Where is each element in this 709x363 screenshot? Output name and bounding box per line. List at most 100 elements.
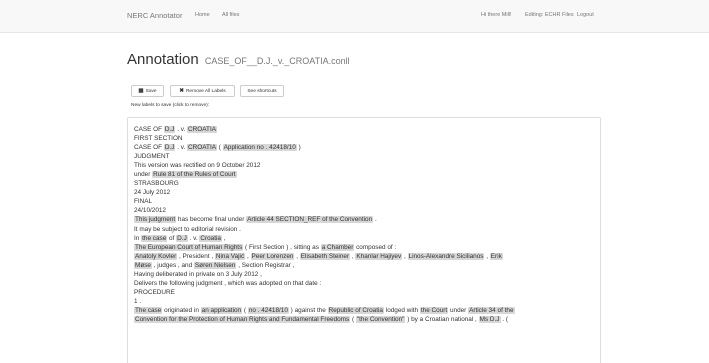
entity-label[interactable]: Linos-Alexandre Sicilianos (407, 252, 485, 260)
token-text[interactable]: has become final under (176, 216, 246, 223)
entity-label[interactable]: Erik (489, 252, 503, 260)
page-title-heading: Annotation (127, 51, 199, 68)
entity-label[interactable]: Application no . 42418/10 (222, 144, 297, 152)
token-text[interactable]: , judges , and (152, 262, 194, 269)
entity-label[interactable]: This judgment (134, 216, 177, 224)
entity-label[interactable]: a Chamber (320, 243, 355, 251)
token-text[interactable]: . v. (188, 235, 200, 242)
document-line: Møse , judges , and Søren Nielsen , Sect… (134, 261, 600, 270)
token-text[interactable]: under (448, 307, 468, 314)
document-line: CASE OF D.J . v. CROATIA (134, 125, 600, 134)
entity-label[interactable]: no . 42418/10 (247, 306, 289, 314)
token-text[interactable]: ( (242, 307, 248, 314)
entity-label[interactable]: Croatia (199, 234, 222, 242)
entity-label[interactable]: CROATIA (187, 144, 217, 152)
entity-label[interactable]: Anatoly Kovler (134, 252, 178, 260)
token-text[interactable]: , (245, 253, 250, 260)
token-text[interactable]: , (222, 235, 226, 242)
token-text[interactable]: under (134, 171, 152, 178)
entity-label[interactable]: D.J (163, 144, 176, 152)
remove-all-labels-label: Remove All Labels (185, 88, 226, 94)
entity-label[interactable]: Søren Nielsen (193, 261, 237, 269)
save-button-label: Save (145, 88, 157, 94)
save-button[interactable]: ▩ Save (131, 85, 164, 97)
token-text[interactable]: This version was rectified on 9 October … (134, 162, 260, 169)
entity-label[interactable]: Article 44 SECTION_REF of the Convention (246, 216, 374, 224)
entity-label[interactable]: Ms D.J (478, 315, 501, 323)
token-text[interactable]: . v. (175, 126, 187, 133)
token-text[interactable]: , (402, 253, 407, 260)
token-text[interactable]: 24 July 2012 (134, 189, 170, 196)
see-shortcuts-label: See shortcuts (247, 88, 277, 94)
document-line: 1 . (134, 297, 600, 306)
token-text[interactable]: ) by a Croatian national , (405, 316, 478, 323)
token-text[interactable]: . ( (501, 316, 508, 323)
entity-label[interactable]: Khanlar Hajiyev (355, 252, 403, 260)
entity-label[interactable]: Elisabeth Steiner (299, 252, 351, 260)
see-shortcuts-button[interactable]: See shortcuts (240, 85, 284, 97)
entity-label[interactable]: Convention for the Protection of Human R… (134, 315, 351, 323)
document-line: PROCEDURE (134, 288, 600, 297)
token-text[interactable]: CASE OF (134, 144, 164, 151)
token-text[interactable]: ( First Section ) , sitting as (243, 244, 320, 251)
token-text[interactable]: of (167, 235, 176, 242)
token-text[interactable]: FIRST SECTION (134, 135, 183, 142)
entity-label[interactable]: Møse (134, 261, 152, 269)
token-text[interactable]: CASE OF (134, 126, 164, 133)
navbar: NERC Annotator Home All files Hi there M… (0, 0, 709, 33)
token-text[interactable]: 24/10/2012 (134, 207, 166, 214)
token-text[interactable]: STRASBOURG (134, 180, 179, 187)
entity-label[interactable]: Republic of Croatia (327, 306, 384, 314)
token-text[interactable]: ( (217, 144, 223, 151)
entity-label[interactable]: the case (141, 234, 168, 242)
token-text[interactable]: JUDGMENT (134, 153, 170, 160)
editing-link[interactable]: Editing: ECHR Files (525, 12, 574, 18)
token-text[interactable]: PROCEDURE (134, 289, 175, 296)
token-text[interactable]: composed of : (354, 244, 396, 251)
document-line: under Rule 81 of the Rules of Court (134, 170, 600, 179)
token-text[interactable]: , Section Registrar , (236, 262, 294, 269)
entity-label[interactable]: Rule 81 of the Rules of Court (152, 171, 237, 179)
entity-label[interactable]: The European Court of Human Rights (134, 243, 244, 251)
entity-label[interactable]: CROATIA (187, 126, 217, 133)
token-text[interactable]: FINAL (134, 198, 152, 205)
document-line: Delivers the following judgment , which … (134, 279, 600, 288)
entity-label[interactable]: D.J (176, 234, 188, 242)
document-text: CASE OF D.J . v. CROATIA FIRST SECTION CAS… (128, 118, 600, 324)
document-line: CASE OF D.J . v. CROATIA ( Application n… (134, 143, 600, 152)
token-text[interactable]: . (373, 216, 377, 223)
entity-label[interactable]: Article 34 of the (468, 306, 515, 314)
token-text[interactable]: ) (297, 144, 301, 151)
token-text[interactable]: lodged with (384, 307, 420, 314)
token-text[interactable]: ) against the (289, 307, 328, 314)
token-text[interactable]: , President , (177, 253, 215, 260)
new-labels-text: New labels to save (click to remove): (131, 103, 210, 108)
logout-link[interactable]: Logout (577, 12, 594, 18)
document-line: JUDGMENT (134, 152, 600, 161)
brand-link[interactable]: NERC Annotator (127, 11, 182, 20)
token-text[interactable]: Delivers the following judgment , which … (134, 280, 321, 287)
document-line: 24/10/2012 (134, 206, 600, 215)
entity-label[interactable]: "the Convention" (355, 315, 406, 323)
token-text[interactable]: Having deliberated in private on 3 July … (134, 271, 262, 278)
remove-all-labels-button[interactable]: ✖ Remove All Labels (170, 85, 235, 97)
document-line: Having deliberated in private on 3 July … (134, 270, 600, 279)
token-text[interactable]: originated in (162, 307, 200, 314)
document-line: In the case of D.J . v. Croatia , (134, 234, 600, 243)
token-text[interactable]: , (484, 253, 489, 260)
entity-label[interactable]: the Court (419, 306, 449, 314)
entity-label[interactable]: an application (200, 306, 243, 314)
entity-label[interactable]: Peer Lorenzen (250, 252, 295, 260)
entity-label[interactable]: Nina Vajić (214, 252, 246, 260)
nav-home-link[interactable]: Home (195, 12, 210, 18)
entity-label[interactable]: The case (134, 306, 163, 314)
document-line: The case originated in an application ( … (134, 306, 600, 315)
token-text[interactable]: 1 . (134, 298, 141, 305)
document-line: This version was rectified on 9 October … (134, 161, 600, 170)
document-line: This judgment has become final under Art… (134, 215, 600, 224)
token-text[interactable]: . v. (175, 144, 187, 151)
nav-all-files-link[interactable]: All files (222, 12, 239, 18)
entity-label[interactable]: D.J (163, 126, 176, 133)
token-text[interactable]: It may be subject to editorial revision … (134, 226, 241, 233)
token-text[interactable]: , (294, 253, 299, 260)
